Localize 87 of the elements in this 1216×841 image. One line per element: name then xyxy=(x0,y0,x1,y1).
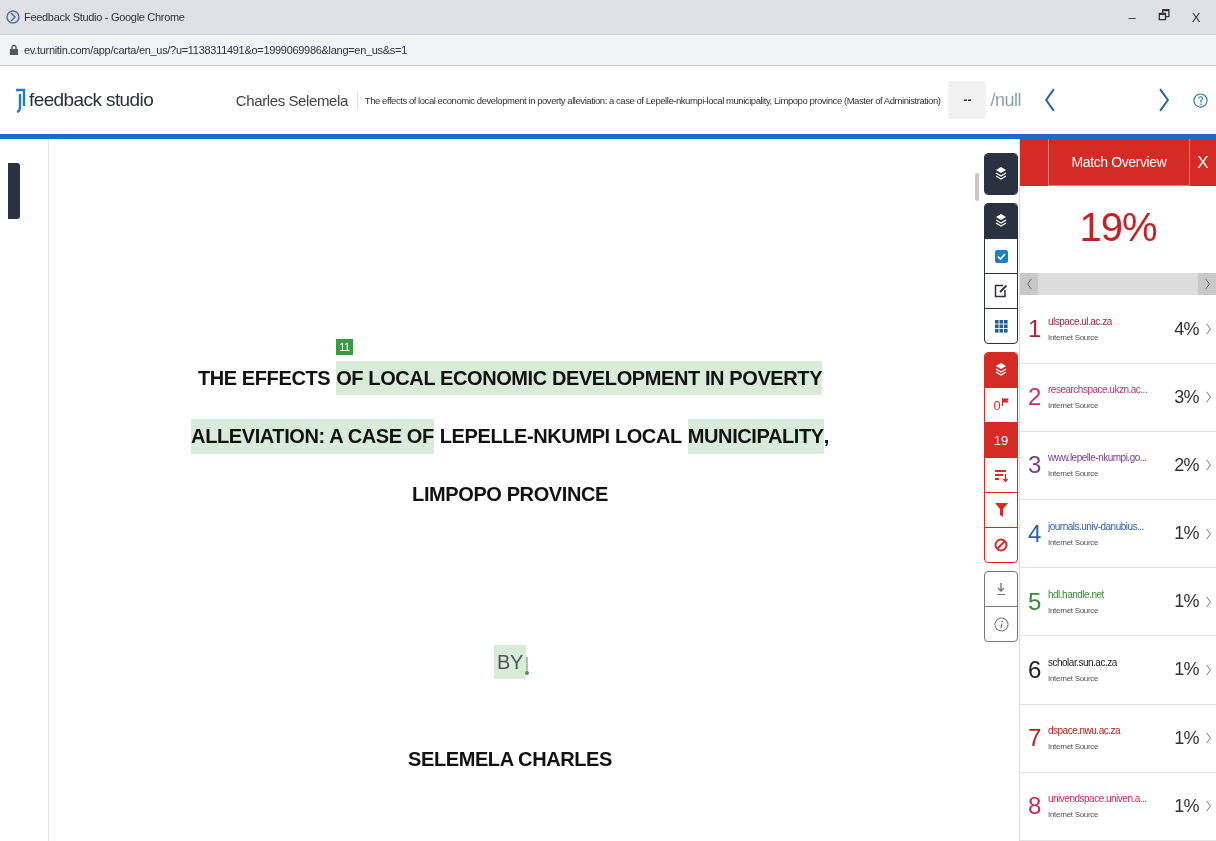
scroll-left-icon[interactable] xyxy=(1025,278,1033,291)
match-number: 7 xyxy=(1028,724,1042,753)
document-text: , xyxy=(823,423,829,449)
expand-chevron-icon[interactable] xyxy=(1205,800,1212,813)
match-percent: 1% xyxy=(1174,659,1199,681)
anchor-marker-icon xyxy=(524,657,529,675)
similarity-score: 19% xyxy=(1078,204,1158,252)
flag-icon xyxy=(1001,397,1009,406)
lock-icon xyxy=(10,45,18,55)
help-icon[interactable] xyxy=(1193,92,1208,108)
expand-chevron-icon[interactable] xyxy=(1205,391,1212,404)
expand-chevron-icon[interactable] xyxy=(1205,732,1212,745)
source-name: dspace.nwu.ac.za xyxy=(1048,725,1122,737)
filter-icon xyxy=(994,503,1008,517)
layers-icon xyxy=(995,213,1007,229)
document-text: SELEMELA CHARLES xyxy=(408,747,612,772)
source-type: Internet Source xyxy=(1048,401,1100,411)
match-percent: 2% xyxy=(1174,454,1199,476)
match-number: 1 xyxy=(1028,315,1042,344)
document-text: LEPELLE-NKUMPI LOCAL xyxy=(439,423,682,449)
match-number: 8 xyxy=(1028,792,1042,821)
match-number: 6 xyxy=(1028,655,1042,684)
match-percent: 3% xyxy=(1174,386,1199,408)
match-row[interactable]: 4 journals.univ-danubius... Internet Source 1% xyxy=(1020,500,1216,569)
highlighted-text: MUNICIPALITY xyxy=(687,418,824,454)
match-percent: 1% xyxy=(1174,591,1199,613)
logo-text: feedback studio xyxy=(29,89,154,111)
document-text: LIMPOPO PROVINCE xyxy=(412,481,608,507)
sort-icon xyxy=(994,468,1008,482)
restore-button[interactable]: 🗗 xyxy=(1150,6,1178,28)
page-total: /null xyxy=(990,89,1021,111)
paper-title: The effects of local economic development in poverty alleviation: a case of Lepelle-nkumpi-local municipality, Limpopo province (Master of Administration) xyxy=(363,94,941,106)
window-title: Feedback Studio - Google Chrome xyxy=(24,11,185,23)
source-name: univendspace.univen.a... xyxy=(1048,793,1148,805)
match-number: 4 xyxy=(1028,519,1042,548)
author-name: Charles Selemela xyxy=(235,91,358,109)
layers-button[interactable] xyxy=(985,204,1017,238)
panel-title: Match Overview xyxy=(1048,139,1190,187)
source-name: researchspace.ukzn.ac... xyxy=(1048,384,1149,396)
expand-chevron-icon[interactable] xyxy=(1205,323,1212,336)
source-name: ulspace.ul.ac.za xyxy=(1048,316,1114,328)
match-number: 5 xyxy=(1028,587,1042,616)
edit-icon xyxy=(994,284,1008,298)
download-icon xyxy=(996,582,1006,596)
highlighted-text: ALLEVIATION: A CASE OF xyxy=(191,418,434,454)
source-name: scholar.sun.ac.za xyxy=(1048,656,1119,668)
highlighted-text: OF LOCAL ECONOMIC DEVELOPMENT IN POVERTY xyxy=(336,360,823,395)
source-type: Internet Source xyxy=(1048,537,1100,547)
tab-favicon-icon xyxy=(6,10,20,24)
sidebar-handle[interactable] xyxy=(8,163,20,219)
match-badge[interactable]: 11 xyxy=(336,338,353,355)
match-number: 2 xyxy=(1028,383,1042,412)
grid-icon xyxy=(994,319,1008,333)
match-count-button[interactable]: 19 xyxy=(985,422,1017,457)
source-type: Internet Source xyxy=(1048,333,1100,343)
expand-chevron-icon[interactable] xyxy=(1205,595,1212,608)
source-type: Internet Source xyxy=(1048,810,1100,820)
source-type: Internet Source xyxy=(1048,605,1100,615)
layers-button[interactable] xyxy=(985,154,1017,194)
source-name: journals.univ-danubius... xyxy=(1048,520,1145,532)
source-name: hdl.handle.net xyxy=(1048,588,1105,600)
expand-chevron-icon[interactable] xyxy=(1205,459,1212,472)
document-text: THE EFFECTS xyxy=(197,365,331,391)
source-name: www.lepelle-nkumpi.go... xyxy=(1048,452,1148,464)
source-type: Internet Source xyxy=(1048,469,1100,479)
match-percent: 1% xyxy=(1174,523,1199,545)
expand-chevron-icon[interactable] xyxy=(1205,527,1212,540)
layers-icon xyxy=(995,166,1007,182)
source-type: Internet Source xyxy=(1048,673,1100,683)
highlighted-text: BY xyxy=(494,645,526,679)
close-button[interactable]: X xyxy=(1182,9,1210,25)
page-field[interactable]: -- xyxy=(948,81,987,119)
scrollbar-thumb[interactable] xyxy=(975,173,979,201)
ban-icon xyxy=(994,538,1008,552)
match-percent: 4% xyxy=(1174,318,1199,340)
info-icon xyxy=(993,616,1009,632)
close-button[interactable]: X xyxy=(1190,139,1216,187)
logo-icon xyxy=(14,87,26,113)
match-percent: 1% xyxy=(1174,795,1199,817)
minimize-button[interactable]: – xyxy=(1118,9,1146,25)
match-percent: 1% xyxy=(1174,727,1199,749)
source-type: Internet Source xyxy=(1048,742,1100,752)
match-number: 3 xyxy=(1028,451,1042,480)
scroll-right-icon[interactable] xyxy=(1203,278,1211,291)
layers-icon xyxy=(995,362,1007,378)
expand-chevron-icon[interactable] xyxy=(1205,663,1212,676)
address-bar[interactable]: ev.turnitin.com/app/carta/en_us/?u=1138311491&o=1999069986&lang=en_us&s=1 xyxy=(24,44,407,56)
